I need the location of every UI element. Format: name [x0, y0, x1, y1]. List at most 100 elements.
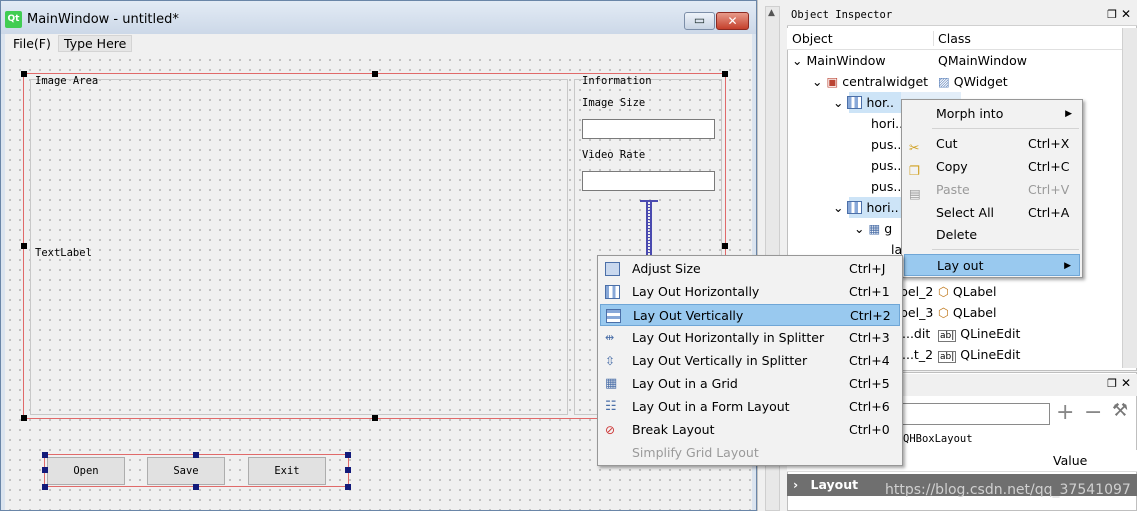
menu-separator [932, 249, 1079, 250]
title-bar[interactable]: Qt MainWindow - untitled* ▭ ✕ [1, 1, 756, 34]
menu-item-break-layout[interactable]: ⊘ Break Layout Ctrl+0 [600, 419, 900, 441]
close-icon[interactable]: ✕ [1121, 7, 1131, 21]
exit-button[interactable]: Exit [248, 457, 326, 485]
close-button[interactable]: ✕ [716, 12, 749, 30]
expand-chevron-icon[interactable]: ⌄ [792, 53, 806, 68]
resize-handle[interactable] [42, 467, 48, 473]
menu-file[interactable]: File(F) [13, 36, 51, 51]
resize-handle[interactable] [372, 415, 378, 421]
expand-chevron-icon[interactable]: ⌄ [833, 95, 847, 110]
remove-property-icon[interactable]: − [1084, 400, 1102, 425]
menu-separator [932, 128, 1079, 129]
layout-section-label: Layout [810, 477, 859, 492]
information-title: Information [582, 75, 652, 87]
resize-handle[interactable] [193, 484, 199, 490]
float-icon[interactable]: ❐ [1107, 8, 1117, 21]
tree-row[interactable]: ⌄ hor.. [833, 92, 894, 113]
expand-chevron-icon[interactable]: ⌄ [812, 74, 826, 89]
image-area-title: Image Area [35, 75, 99, 87]
text-label[interactable]: TextLabel [35, 247, 92, 259]
menu-item-lay-out-in-a-form-layout[interactable]: ☷ Lay Out in a Form Layout Ctrl+6 [600, 396, 900, 418]
resize-handle[interactable] [345, 484, 351, 490]
menu-item-lay-out[interactable]: Lay out ▶ [904, 254, 1080, 276]
submenu-arrow-icon: ▶ [1064, 261, 1071, 271]
menu-item-delete[interactable]: Delete [904, 224, 1080, 246]
image-size-label: Image Size [582, 97, 646, 109]
qt-logo-icon: Qt [5, 11, 22, 28]
expand-chevron-icon[interactable]: ⌄ [833, 200, 847, 215]
save-button[interactable]: Save [147, 457, 225, 485]
property-filter-input[interactable] [900, 403, 1050, 425]
value-header[interactable]: Value [1053, 453, 1087, 468]
menu-item-morph-into[interactable]: Morph into ▶ [904, 103, 1080, 125]
tree-class: QMainWindow [938, 53, 1027, 68]
tree-class: ⬡ QLabel [938, 284, 997, 299]
menu-item-cut[interactable]: ✂ Cut Ctrl+X [904, 133, 1080, 155]
vertical-spacer[interactable] [646, 201, 652, 255]
resize-handle[interactable] [722, 71, 728, 77]
expand-chevron-icon[interactable]: ⌄ [854, 221, 868, 236]
inspector-header: Object Class [787, 28, 1137, 50]
break-layout-icon: ⊘ [605, 423, 616, 437]
resize-handle[interactable] [21, 415, 27, 421]
configure-icon[interactable]: ⚒ [1112, 400, 1128, 421]
resize-handle[interactable] [722, 243, 728, 249]
resize-handle[interactable] [345, 467, 351, 473]
tree-row[interactable]: ...t_2 [902, 344, 933, 365]
video-rate-label: Video Rate [582, 149, 646, 161]
resize-handle[interactable] [21, 243, 27, 249]
tree-row[interactable]: pus.. [871, 176, 901, 197]
grid-icon: ▦ [605, 376, 618, 391]
inspector-scrollbar[interactable] [1122, 28, 1137, 368]
layout-vertical-icon [606, 309, 621, 323]
resize-handle[interactable] [42, 484, 48, 490]
header-class[interactable]: Class [933, 31, 971, 46]
tree-row[interactable]: ⌄ ▣ centralwidget [812, 71, 928, 92]
widget-icon: ▣ [826, 74, 843, 89]
grid-layout-icon: ▦ [868, 221, 885, 236]
image-area-groupbox[interactable] [30, 79, 568, 415]
float-icon[interactable]: ❐ [1107, 377, 1117, 390]
menu-item-lay-out-horizontally-in-splitter[interactable]: ⇹ Lay Out Horizontally in Splitter Ctrl+3 [600, 327, 900, 349]
menu-item-adjust-size[interactable]: Adjust Size Ctrl+J [600, 258, 900, 280]
menu-item-lay-out-in-a-grid[interactable]: ▦ Lay Out in a Grid Ctrl+5 [600, 373, 900, 395]
resize-handle[interactable] [42, 452, 48, 458]
tree-class: ab| QLineEdit [938, 347, 1021, 363]
copy-icon: ❐ [909, 163, 921, 178]
header-object[interactable]: Object [792, 31, 833, 46]
menu-item-paste[interactable]: ▤ Paste Ctrl+V [904, 179, 1080, 201]
open-button[interactable]: Open [47, 457, 125, 485]
menu-item-lay-out-vertically[interactable]: Lay Out Vertically Ctrl+2 [600, 304, 900, 326]
menu-type-here[interactable]: Type Here [58, 35, 133, 52]
minimize-button[interactable]: ▭ [684, 12, 715, 30]
tree-row[interactable]: bel_3 [900, 302, 933, 323]
menu-item-copy[interactable]: ❐ Copy Ctrl+C [904, 156, 1080, 178]
tree-row[interactable]: ⌄ MainWindow [792, 50, 886, 71]
tree-row[interactable]: ...dit [902, 323, 930, 344]
hbox-layout-icon [847, 96, 863, 109]
paste-icon: ▤ [909, 186, 921, 201]
menu-item-lay-out-vertically-in-splitter[interactable]: ⇳ Lay Out Vertically in Splitter Ctrl+4 [600, 350, 900, 372]
resize-handle[interactable] [21, 71, 27, 77]
close-icon[interactable]: ✕ [1121, 376, 1131, 390]
add-property-icon[interactable]: + [1056, 400, 1074, 425]
video-rate-field[interactable] [582, 171, 715, 191]
menu-item-select-all[interactable]: Select All Ctrl+A [904, 202, 1080, 224]
tree-row[interactable]: ⌄ hori.. [833, 197, 899, 218]
menu-item-lay-out-horizontally[interactable]: Lay Out Horizontally Ctrl+1 [600, 281, 900, 303]
resize-handle[interactable] [345, 452, 351, 458]
adjust-size-icon [605, 262, 620, 276]
tree-row[interactable]: bel_2 [900, 281, 933, 302]
image-size-field[interactable] [582, 119, 715, 139]
collapse-arrow-icon[interactable]: › [793, 477, 798, 492]
scroll-up-icon[interactable]: ▲ [768, 8, 775, 18]
tree-row[interactable]: pus.. [871, 155, 901, 176]
tree-object: hori.. [866, 200, 899, 215]
tree-row[interactable]: ⌄ ▦ g [854, 218, 892, 239]
resize-handle[interactable] [193, 452, 199, 458]
menu-item-simplify-grid-layout[interactable]: Simplify Grid Layout [600, 442, 900, 464]
tree-row[interactable]: pus.. [871, 134, 901, 155]
watermark: https://blog.csdn.net/qq_37541097 [885, 482, 1131, 498]
resize-handle[interactable] [372, 71, 378, 77]
tree-row[interactable]: hori.. [871, 113, 903, 134]
